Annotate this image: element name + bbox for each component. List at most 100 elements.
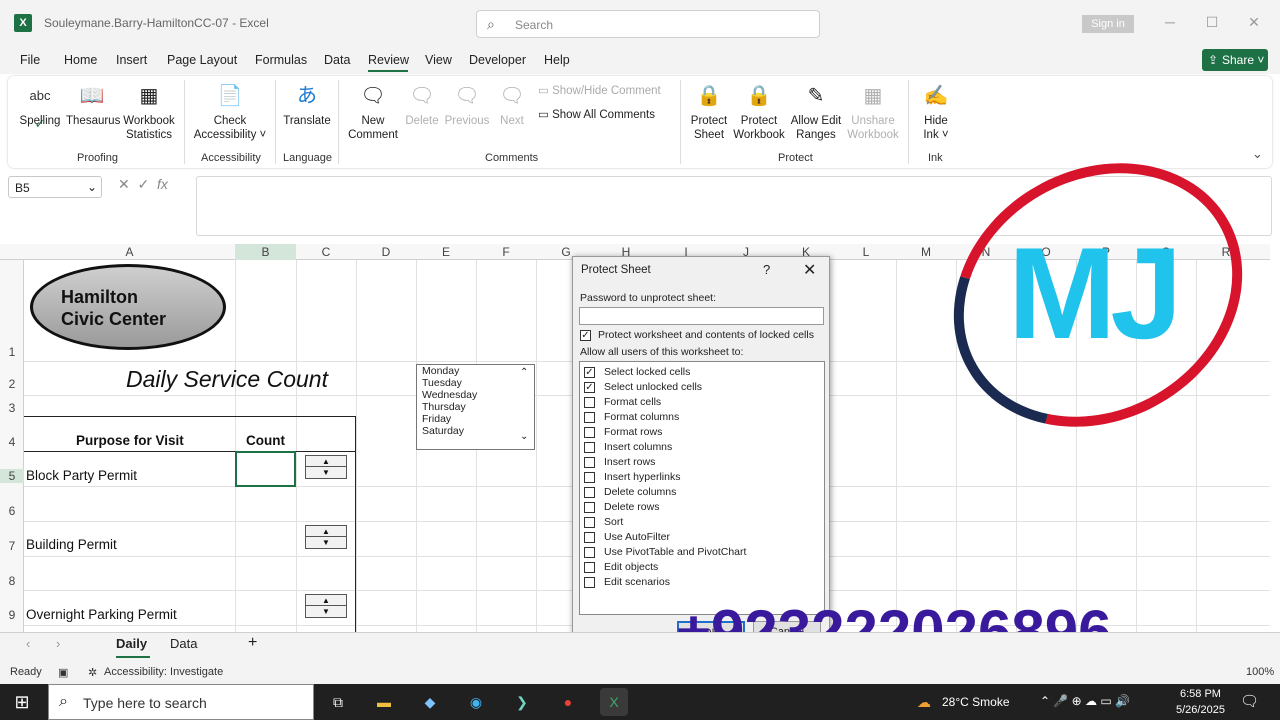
maximize-icon[interactable]: ☐ (1202, 14, 1222, 34)
spin-down-icon[interactable]: ▼ (306, 537, 346, 548)
translate-button[interactable]: あ Translate (282, 82, 332, 128)
permission-checkbox[interactable] (584, 487, 595, 498)
workbook-statistics-button[interactable]: ▦ Workbook Statistics (120, 82, 178, 142)
taskbar-search[interactable]: ⌕ Type here to search (48, 684, 314, 720)
permission-checkbox[interactable]: ✓ (584, 382, 595, 393)
protect-sheet-button[interactable]: 🔒 Protect Sheet (686, 82, 732, 142)
name-box[interactable]: B5 ⌄ (8, 176, 102, 198)
protect-workbook-button[interactable]: 🔒 Protect Workbook (732, 82, 786, 142)
spin-button-row-7[interactable]: ▲ ▼ (305, 525, 347, 549)
share-button[interactable]: ⇪ Share ˅ (1202, 49, 1268, 71)
spin-button-row-9[interactable]: ▲ ▼ (305, 594, 347, 618)
sheet-tab-data[interactable]: Data (170, 636, 197, 651)
search-box[interactable]: ⌕ Search (476, 10, 820, 38)
spin-up-icon[interactable]: ▲ (306, 595, 346, 606)
cancel-icon[interactable]: ✕ (118, 176, 130, 192)
permission-checkbox[interactable]: ✓ (584, 367, 595, 378)
chrome-icon[interactable]: ● (554, 688, 582, 716)
permission-checkbox[interactable] (584, 412, 595, 423)
chevron-left-icon[interactable]: ‹ (26, 636, 30, 651)
permission-checkbox[interactable] (584, 562, 595, 573)
column-header-l[interactable]: L (836, 244, 896, 260)
zoom-level[interactable]: 100% (1246, 666, 1274, 678)
accessibility-status[interactable]: Accessibility: Investigate (104, 666, 223, 678)
chevron-right-icon[interactable]: › (56, 636, 60, 651)
spin-down-icon[interactable]: ▼ (306, 467, 346, 478)
permission-checkbox[interactable] (584, 577, 595, 588)
column-header-e[interactable]: E (416, 244, 476, 260)
permission-checkbox[interactable] (584, 442, 595, 453)
tab-review[interactable]: Review (368, 53, 409, 67)
permission-checkbox[interactable] (584, 457, 595, 468)
days-list-box[interactable]: Monday Tuesday Wednesday Thursday Friday… (416, 364, 535, 450)
next-comment-button[interactable]: 🗨 Next (494, 82, 530, 128)
permission-checkbox[interactable] (584, 517, 595, 528)
row-header-5[interactable]: 5 (0, 469, 24, 483)
collapse-ribbon-icon[interactable]: ⌄ (1252, 146, 1263, 162)
notes-app-icon[interactable]: ◆ (416, 688, 444, 716)
spelling-button[interactable]: abc ✓ Spelling (18, 82, 62, 131)
tab-insert[interactable]: Insert (116, 53, 147, 67)
windows-start-icon[interactable]: ⊞ (8, 688, 36, 716)
fx-icon[interactable]: fx (157, 176, 168, 192)
column-header-a[interactable]: A (24, 244, 235, 260)
check-accessibility-button[interactable]: 📄 Check Accessibility ˅ (190, 82, 270, 142)
tab-home[interactable]: Home (64, 53, 97, 67)
permission-checkbox[interactable] (584, 472, 595, 483)
column-header-m[interactable]: M (896, 244, 956, 260)
system-tray-icons[interactable]: ⌃ 🎤 ⊕ ☁ ▭ 🔊 (1040, 694, 1130, 708)
previous-comment-button[interactable]: 🗨 Previous (444, 82, 490, 128)
row-header-2[interactable]: 2 (0, 377, 24, 391)
show-all-comments-button[interactable]: ▭ Show All Comments (538, 107, 655, 121)
enter-icon[interactable]: ✓ (138, 176, 150, 192)
spin-up-icon[interactable]: ▲ (306, 526, 346, 537)
new-comment-button[interactable]: 🗨 New Comment (346, 82, 400, 142)
delete-comment-button[interactable]: 🗨 Delete (402, 82, 442, 128)
help-icon[interactable]: ? (763, 262, 770, 277)
cell-a9[interactable]: Overnight Parking Permit (26, 607, 177, 622)
column-header-d[interactable]: D (356, 244, 416, 260)
row-header-4[interactable]: 4 (0, 435, 24, 449)
cell-a5[interactable]: Block Party Permit (26, 468, 137, 483)
cell-a7[interactable]: Building Permit (26, 537, 117, 552)
add-sheet-button[interactable]: + (248, 634, 257, 652)
excel-taskbar-icon[interactable]: X (600, 688, 628, 716)
column-header-f[interactable]: F (476, 244, 536, 260)
list-scrollbar[interactable]: ⌃ ⌄ (516, 365, 534, 449)
spin-down-icon[interactable]: ▼ (306, 606, 346, 617)
row-header-3[interactable]: 3 (0, 401, 24, 415)
row-header-6[interactable]: 6 (0, 504, 24, 518)
sheet-tab-daily[interactable]: Daily (116, 636, 147, 651)
unshare-workbook-button[interactable]: ▦ Unshare Workbook (846, 82, 900, 142)
permission-checkbox[interactable] (584, 397, 595, 408)
selected-cell-b5[interactable] (235, 451, 296, 487)
tab-view[interactable]: View (425, 53, 452, 67)
sign-in-button[interactable]: Sign in (1082, 15, 1134, 33)
close-icon[interactable]: ✕ (803, 260, 816, 280)
tab-data[interactable]: Data (324, 53, 350, 67)
terminal-icon[interactable]: ❯ (508, 688, 536, 716)
spin-button-row-5[interactable]: ▲ ▼ (305, 455, 347, 479)
row-header-1[interactable]: 1 (0, 345, 24, 359)
minimize-icon[interactable]: ─ (1160, 14, 1180, 34)
tab-help[interactable]: Help (544, 53, 570, 67)
permission-checkbox[interactable] (584, 532, 595, 543)
edge-icon[interactable]: ◉ (462, 688, 490, 716)
taskbar-date[interactable]: 5/26/2025 (1176, 704, 1225, 716)
permission-checkbox[interactable] (584, 547, 595, 558)
permission-checkbox[interactable] (584, 502, 595, 513)
file-explorer-icon[interactable]: ▬ (370, 688, 398, 716)
close-window-icon[interactable]: ✕ (1244, 14, 1264, 34)
hide-ink-button[interactable]: ✍ Hide Ink ˅ (916, 82, 956, 142)
tab-formulas[interactable]: Formulas (255, 53, 307, 67)
accessibility-status-icon[interactable]: ✲ (88, 666, 97, 679)
taskbar-time[interactable]: 6:58 PM (1180, 688, 1221, 700)
notification-icon[interactable]: 🗨 (1240, 692, 1259, 710)
column-header-c[interactable]: C (296, 244, 356, 260)
tab-file[interactable]: File (20, 53, 40, 67)
chevron-down-icon[interactable]: ⌄ (520, 431, 528, 443)
macro-recorder-icon[interactable]: ▣ (58, 666, 68, 679)
spin-up-icon[interactable]: ▲ (306, 456, 346, 467)
allow-edit-ranges-button[interactable]: ✎ Allow Edit Ranges (788, 82, 844, 142)
row-header-7[interactable]: 7 (0, 539, 24, 553)
